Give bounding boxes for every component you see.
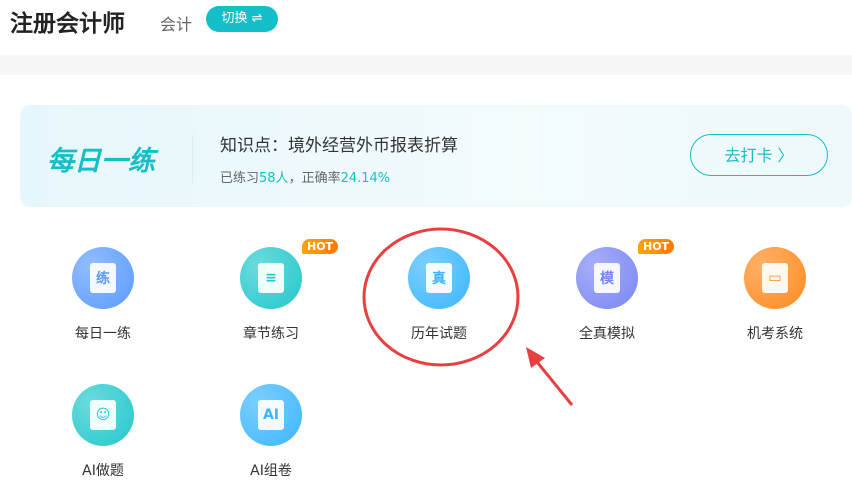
- arrow-line: [531, 356, 574, 406]
- annotation-overlay: [362, 227, 574, 406]
- arrow-head-icon: [526, 347, 545, 368]
- highlight-circle: [362, 227, 520, 367]
